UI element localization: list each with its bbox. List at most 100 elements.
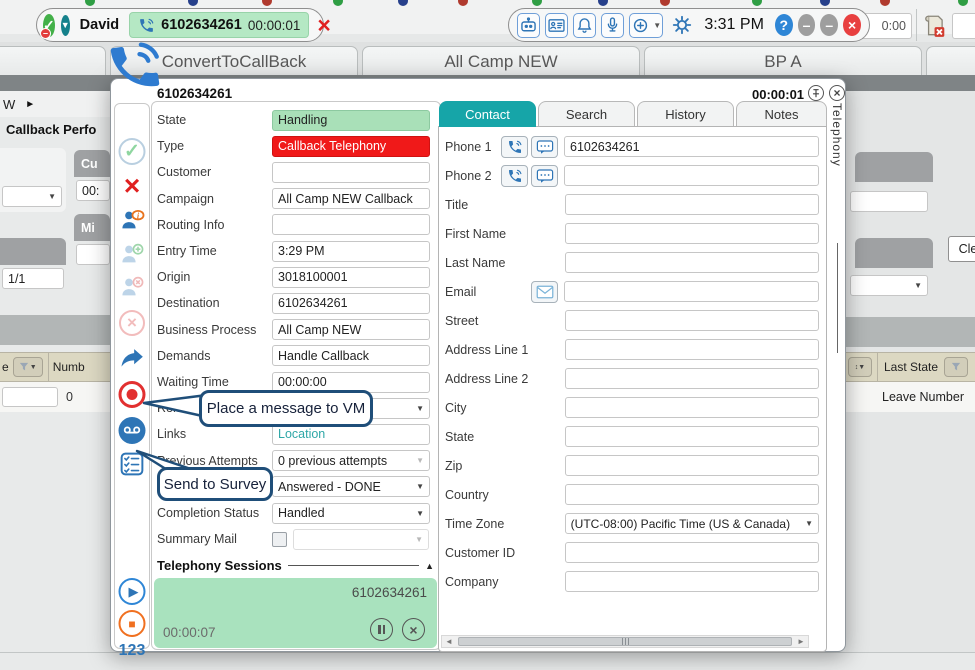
email-input[interactable]: [564, 281, 819, 302]
type-input[interactable]: Callback Telephony: [272, 136, 430, 157]
links-input[interactable]: Location: [272, 424, 430, 445]
first-name-input[interactable]: [565, 223, 819, 244]
sms-icon[interactable]: [531, 165, 558, 187]
reject-icon[interactable]: ×: [124, 170, 140, 202]
collapse-icon[interactable]: ▲: [425, 561, 434, 571]
previous-attempts-label: Previous Attempts: [157, 454, 272, 468]
sms-icon[interactable]: [531, 136, 558, 158]
tab-partial-right[interactable]: [926, 46, 975, 76]
hangup-icon[interactable]: ×: [317, 15, 330, 35]
customer-id-label: Customer ID: [445, 546, 565, 560]
agent-info-icon[interactable]: i: [119, 208, 146, 232]
country-input[interactable]: [565, 484, 819, 505]
accept-icon[interactable]: ✓: [119, 138, 146, 165]
tab-label: BP A: [764, 52, 802, 72]
status-dropdown-icon[interactable]: ▼: [61, 15, 70, 36]
pin-icon[interactable]: [808, 85, 824, 101]
email-label: Email: [445, 285, 531, 299]
voicemail-icon[interactable]: [119, 417, 146, 444]
city-input[interactable]: [565, 397, 819, 418]
microphone-icon[interactable]: [601, 13, 624, 38]
scroll-thumb[interactable]: [458, 637, 792, 646]
record-icon[interactable]: [119, 381, 146, 408]
scroll-left-icon[interactable]: ◄: [442, 637, 456, 646]
play-icon[interactable]: ▶: [119, 578, 146, 605]
email-icon[interactable]: [531, 281, 558, 303]
customer-input[interactable]: [272, 162, 430, 183]
tab-bp-a[interactable]: BP A: [644, 46, 922, 76]
filter-sort-button[interactable]: [944, 357, 968, 377]
col-number[interactable]: Numb: [49, 360, 85, 374]
minimize-icon[interactable]: –: [798, 14, 816, 36]
contact-field-row: Zip: [445, 454, 819, 477]
field-input[interactable]: Answered - DONE▼: [272, 476, 430, 497]
bot-icon[interactable]: [517, 13, 540, 38]
transfer-arrow-icon[interactable]: [119, 346, 145, 370]
customer-id-input[interactable]: [565, 542, 819, 563]
telephony-side-tab[interactable]: Telephony: [830, 103, 846, 353]
hold-icon[interactable]: [370, 618, 393, 641]
call-phone-icon[interactable]: [501, 136, 528, 158]
restore-icon[interactable]: –: [820, 14, 838, 36]
zip-input[interactable]: [565, 455, 819, 476]
campaign-input[interactable]: All Camp NEW Callback: [272, 188, 430, 209]
dialpad-button[interactable]: 123: [119, 642, 146, 660]
row-filter-input[interactable]: [2, 387, 58, 407]
tab-notes[interactable]: Notes: [736, 101, 827, 126]
end-session-icon[interactable]: ×: [402, 618, 425, 641]
phone-2-input[interactable]: [564, 165, 819, 186]
survey-checklist-icon[interactable]: [120, 452, 144, 476]
tab-search[interactable]: Search: [538, 101, 635, 126]
call-phone-icon[interactable]: [501, 165, 528, 187]
scroll-right-icon[interactable]: ►: [15, 99, 35, 110]
filter-sort-button[interactable]: ↕▼: [848, 357, 872, 377]
address-line-2-input[interactable]: [565, 368, 819, 389]
origin-input[interactable]: 3018100001: [272, 267, 430, 288]
clear-button[interactable]: Cle: [948, 236, 975, 262]
previous-attempts-input[interactable]: 0 previous attempts▼: [272, 450, 430, 471]
settings-gear-icon[interactable]: [671, 14, 693, 36]
destination-input[interactable]: 6102634261: [272, 293, 430, 314]
right-select[interactable]: ▼: [850, 275, 928, 296]
contact-field-row: Last Name: [445, 251, 819, 274]
time-zone-select[interactable]: (UTC-08:00) Pacific Time (US & Canada)▼: [565, 513, 819, 534]
summary-mail-checkbox[interactable]: [272, 532, 287, 547]
telephony-sessions-header[interactable]: Telephony Sessions ▲: [157, 558, 434, 573]
col-last-state[interactable]: Last State: [878, 360, 938, 374]
business-process-input[interactable]: All Camp NEW: [272, 319, 430, 340]
completion-status-input[interactable]: Handled▼: [272, 503, 430, 524]
active-call-pill[interactable]: 6102634261 00:00:01: [129, 12, 309, 38]
bell-icon[interactable]: [573, 13, 596, 38]
state-input[interactable]: Handling: [272, 110, 430, 131]
last-name-input[interactable]: [565, 252, 819, 273]
demands-input[interactable]: Handle Callback: [272, 345, 430, 366]
address-line-1-input[interactable]: [565, 339, 819, 360]
entry-time-input[interactable]: 3:29 PM: [272, 241, 430, 262]
state-input[interactable]: [565, 426, 819, 447]
left-filter-select[interactable]: ▼: [2, 186, 62, 207]
scroll-right-icon[interactable]: ►: [794, 637, 808, 646]
stop-icon[interactable]: ■: [119, 610, 146, 637]
close-dialog-icon[interactable]: ×: [829, 85, 845, 101]
add-session-button[interactable]: ▼: [629, 13, 663, 38]
right-input-1[interactable]: [850, 191, 928, 212]
tab-all-camp-new[interactable]: All Camp NEW: [362, 46, 640, 76]
title-input[interactable]: [565, 194, 819, 215]
dialog-timer: 00:00:01: [752, 87, 804, 102]
phone-1-input[interactable]: 6102634261: [564, 136, 819, 157]
exit-icon[interactable]: ×: [843, 14, 861, 36]
contact-card-icon[interactable]: [545, 13, 568, 38]
street-input[interactable]: [565, 310, 819, 331]
script-error-icon[interactable]: [921, 13, 947, 42]
filter-sort-button[interactable]: ▼: [13, 357, 43, 377]
tab-partial-left[interactable]: [0, 46, 106, 76]
help-icon[interactable]: ?: [775, 14, 793, 36]
tab-history[interactable]: History: [637, 101, 734, 126]
routing-info-input[interactable]: [272, 214, 430, 235]
summary-mail-select[interactable]: ▼: [293, 529, 429, 550]
horizontal-scrollbar[interactable]: ◄ ►: [441, 635, 809, 648]
tab-contact[interactable]: Contact: [439, 101, 536, 127]
agent-status-icon[interactable]: ✓–: [43, 14, 55, 37]
company-input[interactable]: [565, 571, 819, 592]
city-label: City: [445, 401, 565, 415]
